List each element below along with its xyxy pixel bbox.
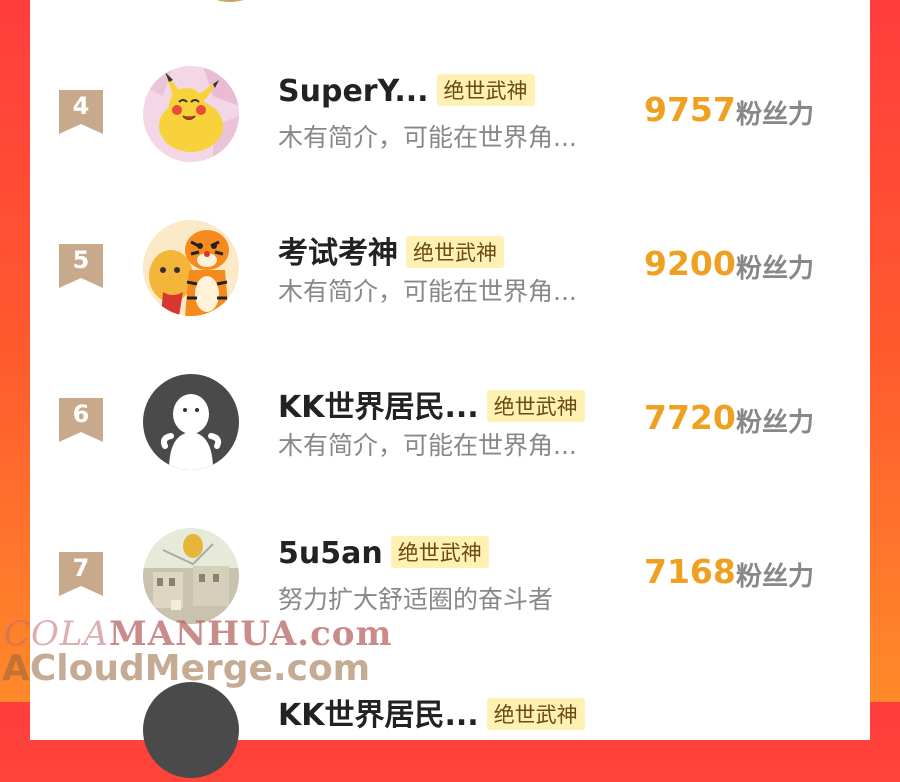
user-name-text[interactable]: SuperY... (278, 74, 429, 109)
leaderboard-row[interactable]: 4 SuperY... 绝世武神 木有简介，可能在世界角... 9757 粉丝力 (30, 66, 870, 166)
fan-power-value: 7720 (644, 398, 736, 437)
user-name[interactable]: 考试考神 绝世武神 (278, 228, 504, 272)
fan-power-label: 粉丝力 (736, 562, 815, 592)
title-badge: 绝世武神 (406, 235, 504, 268)
default-avatar[interactable] (143, 682, 239, 778)
user-bio: 木有简介，可能在世界角... (278, 431, 577, 460)
title-badge: 绝世武神 (390, 535, 489, 568)
leaderboard-row[interactable]: KK世界居民... 绝世武神 (30, 682, 870, 782)
user-name[interactable]: KK世界居民... 绝世武神 (278, 690, 585, 734)
tigger-avatar[interactable] (143, 220, 239, 316)
fan-power-value: 9757 (644, 90, 736, 129)
rank-ribbon-badge: 7 (59, 552, 103, 596)
user-name[interactable]: SuperY... 绝世武神 (278, 73, 535, 109)
user-bio: 努力扩大舒适圈的奋斗者 (278, 585, 554, 614)
default-avatar[interactable] (143, 374, 239, 470)
rank-number: 6 (72, 400, 90, 428)
pikachu-avatar[interactable] (143, 66, 239, 162)
leaderboard-row[interactable]: 7 5u5an 绝世武神 努力扩大舒适圈的奋斗者 7168 粉丝力 (30, 528, 870, 628)
user-name[interactable]: 5u5an 绝世武神 (278, 535, 489, 571)
fan-power-label: 粉丝力 (736, 408, 815, 438)
user-bio: 木有简介，可能在世界角... (278, 277, 577, 306)
leaderboard-row[interactable]: 6 KK世界居民... 绝世武神 木有简介，可能在世界角... 7720 粉丝力 (30, 374, 870, 474)
rank-number: 7 (72, 554, 90, 582)
user-name-text[interactable]: KK世界居民... (278, 390, 479, 425)
rank-ribbon-badge: 5 (59, 244, 103, 288)
title-badge: 绝世武神 (486, 697, 585, 730)
user-name-text[interactable]: 考试考神 (278, 236, 398, 271)
photo-avatar[interactable] (143, 528, 239, 624)
fan-power-label: 粉丝力 (736, 100, 815, 130)
user-name-text[interactable]: 5u5an (278, 536, 383, 571)
leaderboard-panel: 4 SuperY... 绝世武神 木有简介，可能在世界角... 9757 粉丝力… (30, 0, 870, 778)
fan-power-value: 9200 (644, 244, 736, 283)
title-badge: 绝世武神 (486, 389, 585, 422)
user-name-text[interactable]: KK世界居民... (278, 698, 479, 733)
fan-power-value: 7168 (644, 552, 736, 591)
rank-number: 5 (72, 246, 90, 274)
user-bio: 木有简介，可能在世界角... (278, 123, 577, 152)
leaderboard-row[interactable]: 5 考试考神 绝世武神 木有简介，可能在世界角... 9200 粉丝力 (30, 220, 870, 320)
title-badge: 绝世武神 (436, 73, 535, 106)
rank-number: 4 (72, 92, 90, 120)
rank-ribbon-badge: 4 (59, 90, 103, 134)
user-name[interactable]: KK世界居民... 绝世武神 (278, 382, 585, 426)
previous-entry-avatar[interactable] (184, 0, 276, 2)
fan-power-label: 粉丝力 (736, 254, 815, 284)
rank-ribbon-badge: 6 (59, 398, 103, 442)
